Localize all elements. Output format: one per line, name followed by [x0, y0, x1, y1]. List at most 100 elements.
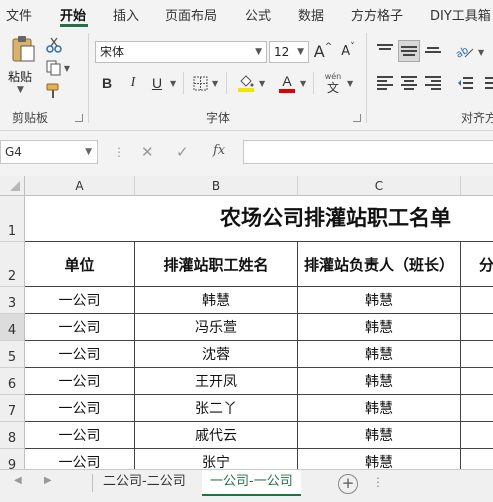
row-header[interactable]: 4: [0, 314, 25, 341]
decrease-indent-button[interactable]: [454, 72, 476, 94]
table-cell[interactable]: [461, 422, 493, 449]
underline-dropdown-icon[interactable]: ▼: [170, 79, 176, 88]
cut-button[interactable]: [44, 35, 64, 55]
align-left-button[interactable]: [374, 72, 396, 94]
bold-button[interactable]: B: [98, 72, 116, 94]
table-cell[interactable]: 一公司: [25, 314, 135, 341]
borders-dropdown-icon[interactable]: ▼: [212, 79, 218, 88]
menu-file[interactable]: 文件: [6, 5, 32, 24]
table-cell[interactable]: [461, 341, 493, 368]
chevron-down-icon[interactable]: ▼: [85, 141, 92, 163]
orientation-button[interactable]: ab: [454, 40, 476, 62]
header-cell-station-leader[interactable]: 排灌站负责人（班长）: [298, 242, 461, 287]
row-header[interactable]: 9: [0, 449, 25, 469]
table-cell[interactable]: 韩慧: [298, 341, 461, 368]
copy-button[interactable]: ▼: [44, 58, 72, 78]
tab-bar-menu-icon[interactable]: ⋮: [372, 475, 384, 489]
sheet-title-cell[interactable]: 农场公司排灌站职工名单: [25, 196, 493, 242]
table-cell[interactable]: 一公司: [25, 368, 135, 395]
format-painter-button[interactable]: [44, 81, 64, 101]
scroll-tabs-right-icon[interactable]: ▶: [44, 475, 52, 486]
italic-button[interactable]: I: [124, 72, 142, 94]
font-color-dropdown-icon[interactable]: ▼: [300, 79, 306, 88]
table-cell[interactable]: 张宁: [135, 449, 298, 469]
name-box[interactable]: G4 ▼: [0, 140, 98, 164]
menu-formulas[interactable]: 公式: [245, 5, 271, 24]
menu-fangfang[interactable]: 方方格子: [351, 5, 403, 24]
formula-input[interactable]: [243, 140, 493, 164]
align-center-button[interactable]: [398, 72, 420, 94]
select-all-corner[interactable]: [0, 176, 25, 196]
table-cell[interactable]: [461, 449, 493, 469]
header-cell-partial[interactable]: 分: [461, 242, 493, 287]
phonetic-dropdown-icon[interactable]: ▼: [347, 79, 353, 88]
header-cell-unit[interactable]: 单位: [25, 242, 135, 287]
font-name-select[interactable]: 宋体 ▼: [95, 41, 267, 63]
table-cell[interactable]: 韩慧: [298, 368, 461, 395]
fill-color-dropdown-icon[interactable]: ▼: [259, 79, 265, 88]
orientation-dropdown-icon[interactable]: ▼: [478, 48, 484, 57]
add-sheet-button[interactable]: +: [338, 474, 358, 494]
column-header-b[interactable]: B: [135, 176, 298, 196]
column-header-a[interactable]: A: [25, 176, 135, 196]
table-cell[interactable]: [461, 395, 493, 422]
table-cell[interactable]: 王开凤: [135, 368, 298, 395]
row-header[interactable]: 6: [0, 368, 25, 395]
underline-button[interactable]: U: [148, 72, 166, 94]
scroll-tabs-left-icon[interactable]: ◀: [14, 475, 22, 486]
menu-page-layout[interactable]: 页面布局: [165, 5, 217, 24]
table-cell[interactable]: 冯乐萱: [135, 314, 298, 341]
insert-function-icon[interactable]: fx: [213, 143, 225, 158]
table-cell[interactable]: 一公司: [25, 449, 135, 469]
font-size-select[interactable]: 12 ▼: [269, 41, 309, 63]
clipboard-launcher-icon[interactable]: [75, 114, 83, 122]
shrink-font-button[interactable]: A ˅: [338, 40, 358, 62]
tab-sheet-company2[interactable]: 二公司-二公司: [95, 470, 194, 496]
confirm-icon[interactable]: ✓: [176, 143, 189, 161]
menu-home[interactable]: 开始: [60, 5, 86, 24]
table-cell[interactable]: 一公司: [25, 395, 135, 422]
table-cell[interactable]: 韩慧: [298, 287, 461, 314]
table-cell[interactable]: 张二丫: [135, 395, 298, 422]
row-header[interactable]: 2: [0, 242, 25, 287]
column-header-c[interactable]: C: [298, 176, 461, 196]
table-cell[interactable]: [461, 314, 493, 341]
phonetic-guide-button[interactable]: wén 文: [320, 70, 346, 96]
table-cell[interactable]: 一公司: [25, 287, 135, 314]
row-header[interactable]: 3: [0, 287, 25, 314]
row-header[interactable]: 7: [0, 395, 25, 422]
table-cell[interactable]: 韩慧: [298, 395, 461, 422]
table-cell[interactable]: 戚代云: [135, 422, 298, 449]
header-cell-staff-name[interactable]: 排灌站职工姓名: [135, 242, 298, 287]
table-cell[interactable]: 韩慧: [298, 314, 461, 341]
fill-color-button[interactable]: [236, 71, 256, 95]
table-cell[interactable]: 一公司: [25, 341, 135, 368]
row-header[interactable]: 1: [0, 196, 25, 242]
grow-font-button[interactable]: A ^: [313, 40, 333, 62]
bottom-align-button[interactable]: [422, 40, 444, 62]
row-header[interactable]: 5: [0, 341, 25, 368]
menu-data[interactable]: 数据: [298, 5, 324, 24]
borders-button[interactable]: [191, 72, 209, 94]
table-cell[interactable]: [461, 368, 493, 395]
paste-button[interactable]: [8, 35, 38, 63]
table-cell[interactable]: [461, 287, 493, 314]
cancel-icon[interactable]: ✕: [141, 143, 154, 161]
table-cell[interactable]: 一公司: [25, 422, 135, 449]
row-header[interactable]: 8: [0, 422, 25, 449]
font-launcher-icon[interactable]: [353, 114, 361, 122]
tab-sheet-company1[interactable]: 一公司-一公司: [202, 470, 301, 496]
formula-bar-grip-icon[interactable]: ⋮: [113, 145, 125, 159]
increase-indent-button[interactable]: [478, 72, 493, 94]
align-right-button[interactable]: [422, 72, 444, 94]
table-cell[interactable]: 韩慧: [298, 449, 461, 469]
font-color-button[interactable]: A: [277, 71, 297, 95]
menu-diy-toolbox[interactable]: DIY工具箱: [430, 5, 491, 24]
paste-dropdown-icon[interactable]: ▼: [17, 85, 24, 95]
table-cell[interactable]: 韩慧: [298, 422, 461, 449]
middle-align-button[interactable]: [398, 40, 420, 62]
copy-dropdown-icon[interactable]: ▼: [64, 64, 70, 73]
table-cell[interactable]: 韩慧: [135, 287, 298, 314]
worksheet-grid[interactable]: A B C 1 2 3 4 5 6 7 8 9 农场公司排灌站职工名单 单位 排…: [0, 176, 493, 469]
top-align-button[interactable]: [374, 40, 396, 62]
